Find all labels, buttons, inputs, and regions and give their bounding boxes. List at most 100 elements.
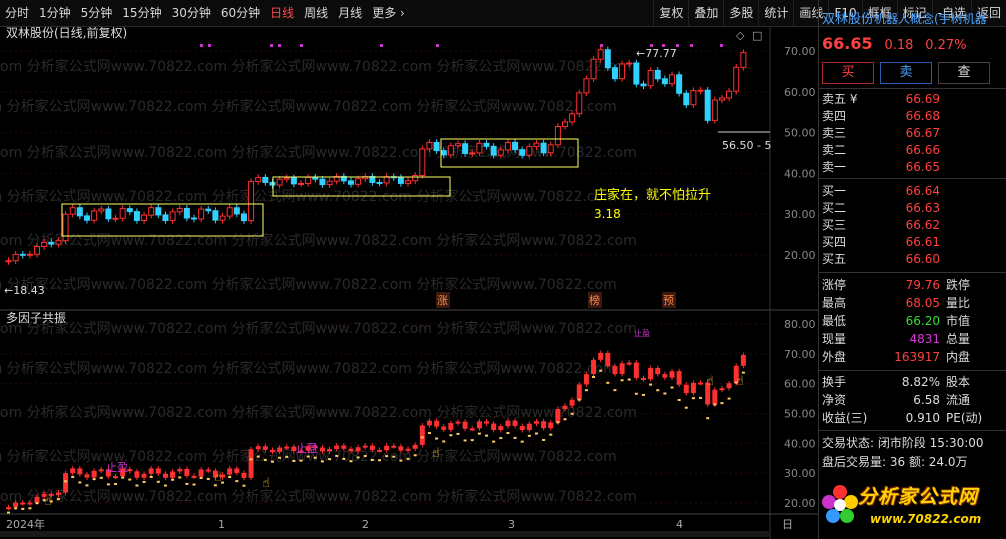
sub-bar <box>141 473 147 478</box>
signal-dot <box>300 44 303 47</box>
candle-body <box>626 62 633 65</box>
sub-dot <box>178 476 182 479</box>
candle-body <box>526 146 533 156</box>
sub-dot <box>584 389 588 392</box>
candle-body <box>583 78 590 94</box>
sub-dot <box>171 478 175 481</box>
sub-bar <box>526 423 532 431</box>
ask-row: 卖四 66.68 <box>822 108 1002 125</box>
sub-bar <box>484 421 490 424</box>
tool-button-2[interactable]: 多股 <box>723 0 758 26</box>
stat-key: 最低 <box>822 314 847 328</box>
event-marker[interactable]: 涨 <box>437 294 448 307</box>
bid-label: 买二 <box>822 201 847 215</box>
sub-bar <box>391 445 397 448</box>
sub-bar <box>205 469 211 472</box>
candle-body <box>683 92 690 106</box>
period-tab-7[interactable]: 周线 <box>299 0 333 26</box>
scrollbar[interactable] <box>0 531 770 537</box>
bid-row: 买三 66.62 <box>822 217 1002 234</box>
period-tab-4[interactable]: 30分钟 <box>167 0 216 26</box>
sub-bar <box>455 421 461 424</box>
candle-body <box>162 214 169 222</box>
candle-body <box>269 181 276 186</box>
candle-body <box>34 246 41 255</box>
stat-row: 现量 4831 总量 <box>822 330 1002 348</box>
sub-dot <box>78 481 82 484</box>
candle-body <box>83 215 90 221</box>
period-tab-5[interactable]: 60分钟 <box>216 0 265 26</box>
sub-dot <box>185 482 189 485</box>
sub-bar <box>262 446 268 450</box>
stock-concept: 机器人概念(宇树机器 <box>874 12 987 26</box>
signal-dot <box>690 44 693 47</box>
period-tab-1[interactable]: 1分钟 <box>34 0 76 26</box>
candle-body <box>397 177 404 184</box>
sub-bar <box>605 352 611 367</box>
sub-bar <box>98 469 104 472</box>
stat-row: 最低 66.20 市值 <box>822 312 1002 330</box>
sub-bar <box>255 446 261 450</box>
stat-key-2: 市值 <box>946 314 971 328</box>
sub-bar <box>591 359 597 375</box>
sub-dot <box>263 458 267 461</box>
divider <box>818 430 1006 431</box>
stat-key: 最高 <box>822 296 847 310</box>
sub-bar <box>662 374 668 378</box>
ask-label: 卖四 <box>822 109 847 123</box>
candle-body <box>533 142 540 148</box>
period-tab-3[interactable]: 15分钟 <box>117 0 166 26</box>
minimize-icon[interactable]: □ <box>752 29 762 42</box>
tool-button-3[interactable]: 统计 <box>758 0 793 26</box>
sub-bar <box>369 445 375 450</box>
stat-value: 163917 <box>894 350 940 364</box>
event-marker[interactable]: 预 <box>663 294 674 307</box>
kline-chart[interactable]: 70.00 60.00 50.00 40.00 30.00 20.00 80.00 70.00… <box>0 27 818 539</box>
candle-body <box>733 66 740 92</box>
period-tab-8[interactable]: 月线 <box>333 0 367 26</box>
candle-body <box>105 208 112 220</box>
sub-dot <box>406 457 410 460</box>
buy-button[interactable]: 买 <box>822 62 874 84</box>
candle-body <box>497 149 504 156</box>
ask-price: 66.67 <box>905 126 940 140</box>
period-tab-9[interactable]: 更多 › <box>367 0 410 26</box>
stat-key-2: 总量 <box>946 332 971 346</box>
sub-bar <box>362 445 368 448</box>
sub-bar <box>412 444 418 449</box>
candle-body <box>126 208 133 213</box>
low-label: ←18.43 <box>4 284 45 297</box>
watermark-text: om 分析家公式网www.70822.com 分析家公式网www.70822.c… <box>0 404 637 421</box>
sub-bar <box>698 382 704 385</box>
candle-body <box>319 178 326 186</box>
logo-flower-icon <box>822 485 858 523</box>
period-tab-0[interactable]: 分时 <box>0 0 34 26</box>
diamond-icon[interactable]: ◇ <box>736 29 745 42</box>
event-marker[interactable]: 榜 <box>589 293 600 307</box>
query-button[interactable]: 查 <box>938 62 990 84</box>
candle-body <box>55 240 62 245</box>
tool-button-1[interactable]: 叠加 <box>688 0 723 26</box>
candle-body <box>462 143 469 154</box>
candle-body <box>619 63 626 80</box>
sub-bar <box>583 374 589 385</box>
period-tab-2[interactable]: 5分钟 <box>76 0 118 26</box>
candle-body <box>647 69 654 87</box>
sub-dot <box>356 456 360 459</box>
candle-body <box>690 90 697 106</box>
sub-bar <box>227 468 233 475</box>
price-line: 66.65 0.18 0.27% <box>822 34 967 53</box>
sub-bar <box>519 425 525 431</box>
sell-button[interactable]: 卖 <box>880 62 932 84</box>
take-profit-label-small: 止盈 <box>634 328 650 338</box>
stat-row: 最高 68.05 量比 <box>822 294 1002 312</box>
sub-dot <box>634 392 638 395</box>
candle-body <box>240 213 247 222</box>
period-tab-6[interactable]: 日线 <box>265 0 299 26</box>
candle-body <box>41 241 48 248</box>
signal-dot <box>720 44 723 47</box>
sub-dot <box>363 454 367 457</box>
tool-button-0[interactable]: 复权 <box>653 0 688 26</box>
candle-body <box>312 176 319 180</box>
price-change: 0.18 <box>884 38 914 53</box>
